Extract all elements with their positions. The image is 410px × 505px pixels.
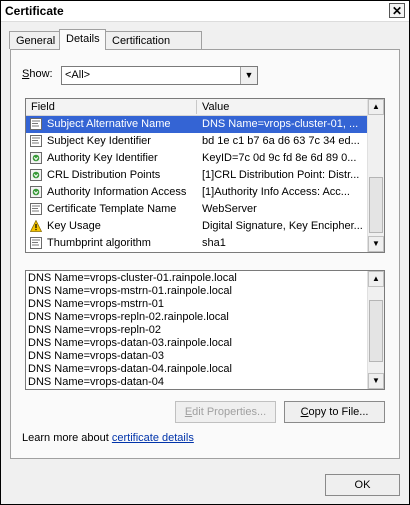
field-name: Subject Alternative Name — [47, 118, 171, 130]
field-name: Authority Information Access — [47, 186, 187, 198]
chevron-down-icon[interactable]: ▼ — [240, 67, 257, 84]
learn-more-text: Learn more about certificate details — [22, 432, 194, 444]
show-dropdown-value: <All> — [65, 69, 91, 81]
table-row[interactable]: Certificate Template Name WebServer — [26, 201, 368, 218]
close-icon: ✕ — [391, 4, 403, 18]
field-name: CRL Distribution Points — [47, 169, 161, 181]
textbox-scrollbar[interactable]: ▲ ▼ — [367, 271, 384, 389]
column-header-field[interactable]: Field — [31, 101, 55, 113]
detail-line: DNS Name=vrops-datan-03.rainpole.local — [28, 337, 232, 349]
list-header: Field Value — [26, 99, 368, 116]
field-value: WebServer — [202, 203, 257, 215]
field-name: Thumbprint algorithm — [47, 237, 151, 249]
table-row[interactable]: Key Usage Digital Signature, Key Encipher… — [26, 218, 368, 235]
table-row[interactable]: Subject Alternative Name DNS Name=vrops-c… — [26, 116, 368, 133]
detail-line: DNS Name=vrops-datan-03 — [28, 350, 165, 362]
cert-field-icon — [30, 118, 42, 130]
warning-icon — [29, 219, 43, 232]
field-value-textbox[interactable]: DNS Name=vrops-cluster-01.rainpole.local… — [25, 270, 385, 390]
field-value: Digital Signature, Key Encipher... — [202, 220, 363, 232]
table-row[interactable]: Authority Information Access [1]Authority… — [26, 184, 368, 201]
field-value: sha1 — [202, 237, 226, 249]
table-row[interactable]: Authority Key Identifier KeyID=7c 0d 9c f… — [26, 150, 368, 167]
cert-field-icon — [30, 135, 42, 147]
tab-details[interactable]: Details — [59, 29, 106, 50]
fields-list-scrollbar[interactable]: ▲ ▼ — [367, 99, 384, 252]
scroll-thumb[interactable] — [369, 177, 383, 233]
title-bar[interactable]: Certificate ✕ — [1, 1, 409, 22]
details-panel: Show: <All> ▼ Field Value Subject Altern… — [10, 49, 400, 459]
table-row[interactable]: CRL Distribution Points [1]CRL Distributi… — [26, 167, 368, 184]
cert-extension-icon — [30, 186, 42, 198]
cert-field-icon — [30, 237, 42, 249]
table-row[interactable]: Thumbprint algorithm sha1 — [26, 235, 368, 252]
show-label: Show: — [22, 68, 53, 80]
edit-properties-button[interactable]: Edit Properties... — [175, 401, 276, 423]
field-name: Subject Key Identifier — [47, 135, 151, 147]
field-value: [1]CRL Distribution Point: Distr... — [202, 169, 360, 181]
scroll-up-icon[interactable]: ▲ — [368, 271, 384, 287]
detail-line: DNS Name=vrops-datan-04 — [28, 376, 165, 388]
scroll-up-icon[interactable]: ▲ — [368, 99, 384, 115]
cert-extension-icon — [30, 152, 42, 164]
field-name: Key Usage — [47, 220, 101, 232]
certificate-dialog: Certificate ✕ General Details Certificat… — [0, 0, 410, 505]
detail-line: DNS Name=vrops-mstrn-01.rainpole.local — [28, 285, 232, 297]
ok-button[interactable]: OK — [325, 474, 400, 496]
close-button[interactable]: ✕ — [389, 3, 405, 18]
certificate-details-link[interactable]: certificate details — [112, 432, 194, 444]
column-divider[interactable] — [196, 100, 197, 114]
scroll-down-icon[interactable]: ▼ — [368, 373, 384, 389]
tab-certification-path[interactable]: Certification Path — [105, 31, 202, 65]
detail-line: DNS Name=vrops-cluster-01.rainpole.local — [28, 272, 237, 284]
scroll-down-icon[interactable]: ▼ — [368, 236, 384, 252]
field-value: [1]Authority Info Access: Acc... — [202, 186, 350, 198]
field-value: DNS Name=vrops-cluster-01, ... — [202, 118, 359, 130]
detail-line: DNS Name=vrops-repln-02 — [28, 324, 161, 336]
table-row[interactable]: Subject Key Identifier bd 1e c1 b7 6a d6 … — [26, 133, 368, 150]
tab-general[interactable]: General — [9, 31, 60, 49]
window-title: Certificate — [5, 4, 64, 18]
cert-extension-icon — [30, 169, 42, 181]
column-header-value[interactable]: Value — [202, 101, 229, 113]
field-value: KeyID=7c 0d 9c fd 8e 6d 89 0... — [202, 152, 357, 164]
fields-list[interactable]: Field Value Subject Alternative Name DNS … — [25, 98, 385, 253]
show-dropdown[interactable]: <All> ▼ — [61, 66, 258, 85]
detail-line: DNS Name=vrops-mstrn-01 — [28, 298, 165, 310]
scroll-thumb[interactable] — [369, 300, 383, 362]
field-value: bd 1e c1 b7 6a d6 63 7c 34 ed... — [202, 135, 360, 147]
field-name: Certificate Template Name — [47, 203, 177, 215]
cert-field-icon — [30, 203, 42, 215]
field-name: Authority Key Identifier — [47, 152, 158, 164]
copy-to-file-button[interactable]: Copy to File... — [284, 401, 385, 423]
detail-line: DNS Name=vrops-datan-04.rainpole.local — [28, 363, 232, 375]
detail-line: DNS Name=vrops-repln-02.rainpole.local — [28, 311, 229, 323]
